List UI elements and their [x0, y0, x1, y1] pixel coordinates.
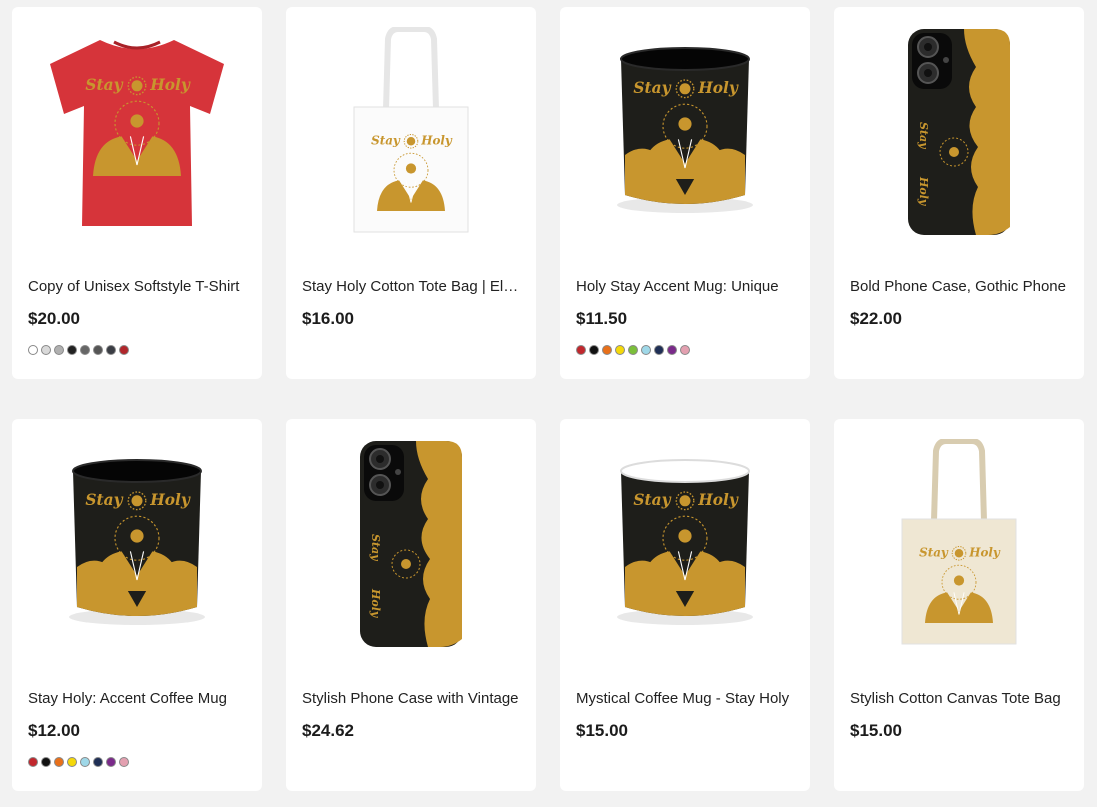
product-image[interactable]: Stay Holy [286, 419, 536, 669]
svg-text:Stay: Stay [919, 546, 949, 560]
tshirt-image: Stay Holy [50, 40, 224, 226]
product-image[interactable]: Stay Holy [834, 419, 1084, 669]
svg-text:Holy: Holy [149, 491, 191, 509]
color-swatch[interactable] [67, 345, 77, 355]
svg-text:Stay: Stay [371, 134, 401, 148]
product-image[interactable]: Stay Holy [12, 419, 262, 669]
product-price: $15.00 [850, 721, 902, 740]
color-swatch[interactable] [667, 345, 677, 355]
product-image[interactable]: Stay Holy [286, 7, 536, 257]
svg-text:Stay: Stay [85, 491, 123, 509]
product-price: $15.00 [576, 721, 628, 740]
product-title[interactable]: Stylish Cotton Canvas Tote Bag [850, 689, 1072, 709]
color-swatch[interactable] [41, 345, 51, 355]
svg-text:Stay: Stay [917, 122, 930, 150]
color-swatches [28, 757, 129, 767]
tote-bag-image: Stay Holy [901, 439, 1017, 645]
color-swatch[interactable] [80, 757, 90, 767]
color-swatch[interactable] [119, 757, 129, 767]
svg-text:Stay: Stay [369, 534, 382, 562]
color-swatch[interactable] [576, 345, 586, 355]
svg-text:Holy: Holy [697, 79, 739, 97]
tote-bag-image: Stay Holy [353, 27, 469, 233]
color-swatch[interactable] [680, 345, 690, 355]
svg-text:Holy: Holy [369, 588, 382, 619]
color-swatch[interactable] [28, 757, 38, 767]
phone-case-image: Stay Holy [360, 441, 462, 647]
color-swatch[interactable] [641, 345, 651, 355]
product-image[interactable]: Stay Holy [560, 7, 810, 257]
product-price: $11.50 [576, 309, 628, 328]
product-card[interactable]: Stay Holy Copy of Unisex Softstyle T-Shi… [12, 7, 262, 379]
svg-text:Holy: Holy [420, 134, 453, 148]
color-swatches [576, 345, 690, 355]
product-price: $20.00 [28, 309, 80, 328]
color-swatch[interactable] [628, 345, 638, 355]
product-title[interactable]: Bold Phone Case, Gothic Phone [850, 277, 1072, 297]
product-grid: Stay Holy Copy of Unisex Softstyle T-Shi… [0, 0, 1097, 807]
svg-text:Holy: Holy [697, 491, 739, 509]
product-price: $16.00 [302, 309, 354, 328]
product-card[interactable]: Stay Holy Mystical Coffee Mug - Stay Hol… [560, 419, 810, 791]
product-card[interactable]: Stay Holy Stay Holy Cotton Tote Bag | El… [286, 7, 536, 379]
product-card[interactable]: Stay Holy Stay Holy: Accent Coffee Mug $… [12, 419, 262, 791]
svg-text:Stay: Stay [633, 491, 671, 509]
color-swatch[interactable] [106, 345, 116, 355]
color-swatch[interactable] [602, 345, 612, 355]
mug-image: Stay Holy [69, 458, 205, 625]
color-swatch[interactable] [654, 345, 664, 355]
product-title[interactable]: Holy Stay Accent Mug: Unique [576, 277, 798, 297]
color-swatch[interactable] [119, 345, 129, 355]
phone-case-image: Stay Holy [908, 29, 1010, 235]
svg-text:Stay: Stay [85, 76, 123, 94]
product-title[interactable]: Stylish Phone Case with Vintage [302, 689, 524, 709]
svg-text:Holy: Holy [968, 546, 1001, 560]
product-title[interactable]: Stay Holy: Accent Coffee Mug [28, 689, 250, 709]
product-card[interactable]: Stay Holy Stylish Cotton Canvas Tote Bag… [834, 419, 1084, 791]
mug-image: Stay Holy [617, 46, 753, 213]
product-price: $24.62 [302, 721, 354, 740]
color-swatches [28, 345, 129, 355]
color-swatch[interactable] [54, 757, 64, 767]
product-card[interactable]: Stay Holy Stylish Phone Case with Vintag… [286, 419, 536, 791]
svg-text:Holy: Holy [917, 176, 930, 207]
color-swatch[interactable] [28, 345, 38, 355]
color-swatch[interactable] [93, 757, 103, 767]
color-swatch[interactable] [93, 345, 103, 355]
product-image[interactable]: Stay Holy [12, 7, 262, 257]
color-swatch[interactable] [80, 345, 90, 355]
product-card[interactable]: Stay Holy Holy Stay Accent Mug: Unique $… [560, 7, 810, 379]
product-price: $22.00 [850, 309, 902, 328]
product-card[interactable]: Stay Holy Bold Phone Case, Gothic Phone … [834, 7, 1084, 379]
svg-text:Stay: Stay [633, 79, 671, 97]
product-title[interactable]: Stay Holy Cotton Tote Bag | Elegant [302, 277, 524, 297]
color-swatch[interactable] [106, 757, 116, 767]
product-price: $12.00 [28, 721, 80, 740]
color-swatch[interactable] [67, 757, 77, 767]
color-swatch[interactable] [54, 345, 64, 355]
product-image[interactable]: Stay Holy [560, 419, 810, 669]
mug-image: Stay Holy [617, 458, 753, 625]
color-swatch[interactable] [615, 345, 625, 355]
color-swatch[interactable] [589, 345, 599, 355]
svg-text:Holy: Holy [149, 76, 191, 94]
product-title[interactable]: Copy of Unisex Softstyle T-Shirt [28, 277, 250, 297]
product-image[interactable]: Stay Holy [834, 7, 1084, 257]
product-title[interactable]: Mystical Coffee Mug - Stay Holy [576, 689, 798, 709]
color-swatch[interactable] [41, 757, 51, 767]
